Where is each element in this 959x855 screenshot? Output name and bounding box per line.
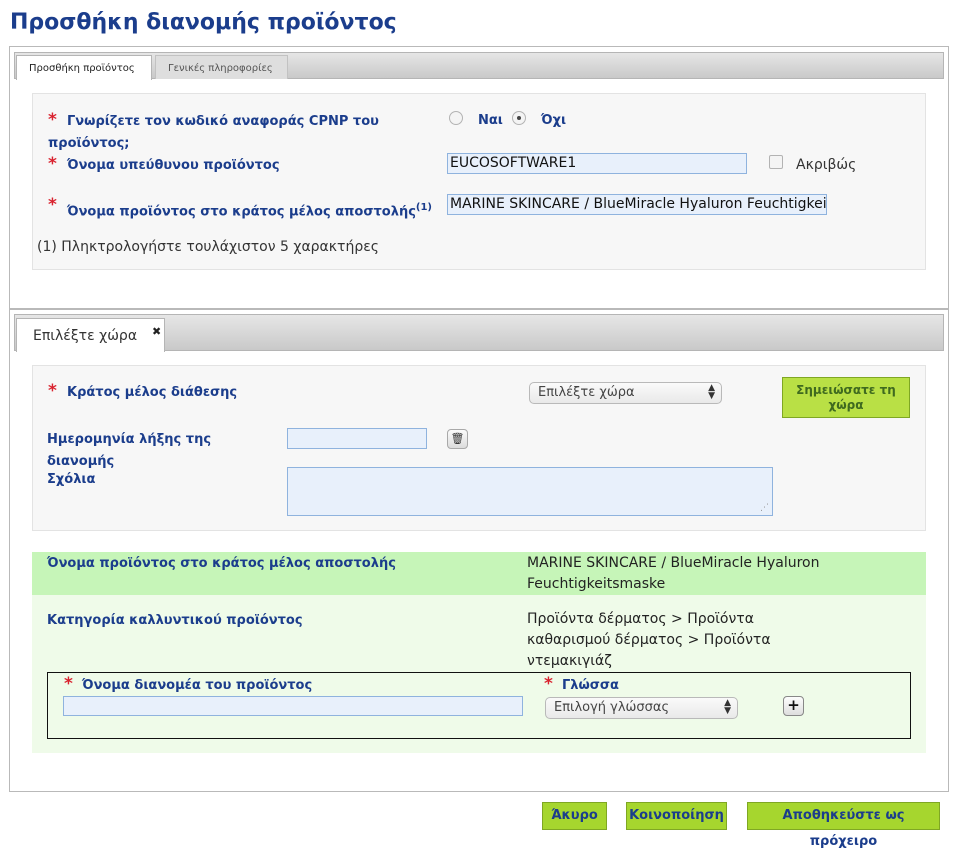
- cpnp-yes-label: Ναι: [478, 113, 503, 128]
- save-draft-button[interactable]: Αποθηκεύστε ως πρόχειρο: [747, 802, 940, 849]
- exact-match-label: Ακριβώς: [796, 157, 857, 173]
- select-arrows-icon: ▲ ▼: [724, 698, 731, 716]
- language-select[interactable]: Επιλογή γλώσσας ▲ ▼: [545, 697, 738, 719]
- required-marker: *: [64, 674, 73, 694]
- comments-label: Σχόλια: [47, 472, 96, 487]
- category-label: Κατηγορία καλλυντικού προϊόντος: [47, 613, 303, 628]
- tab-select-country-label: Επιλέξτε χώρα: [33, 328, 138, 344]
- cpnp-question-label: Γνωρίζετε τον κωδικό αναφοράς CPNP του: [67, 114, 379, 129]
- top-tab-bar: [14, 52, 944, 79]
- cpnp-no-radio[interactable]: [512, 111, 526, 125]
- info-product-name-value-line1: MARINE SKINCARE / BlueMiracle Hyaluron: [527, 555, 820, 571]
- end-date-label-cont: διανομής: [47, 454, 115, 469]
- footnote-text: (1) Πληκτρολογήστε τουλάχιστον 5 χαρακτή…: [37, 239, 380, 255]
- tab-select-country[interactable]: Επιλέξτε χώρα ✖: [16, 318, 165, 352]
- tab-general-info[interactable]: Γενικές πληροφορίες: [155, 55, 288, 79]
- exact-match-checkbox[interactable]: [769, 155, 783, 169]
- required-marker: *: [48, 154, 57, 174]
- required-marker: *: [48, 110, 57, 130]
- tab-add-product-label: Προσθήκη προϊόντος: [29, 63, 135, 74]
- country-select[interactable]: Επιλέξτε χώρα ▲ ▼: [529, 382, 722, 404]
- cpnp-yes-radio[interactable]: [449, 111, 463, 125]
- resize-handle-icon[interactable]: ⋰: [760, 503, 769, 513]
- member-state-label: Κράτος μέλος διάθεσης: [67, 385, 238, 400]
- calendar-icon[interactable]: 🗑: [447, 429, 468, 449]
- end-date-input[interactable]: [287, 428, 427, 449]
- end-date-label: Ημερομηνία λήξης της: [47, 432, 212, 447]
- language-select-value: Επιλογή γλώσσας: [554, 700, 670, 715]
- mark-country-button-line1: Σημειώσατε τη: [796, 383, 896, 397]
- page-title: Προσθήκη διανομής προϊόντος: [10, 10, 397, 35]
- info-product-name-value: MARINE SKINCARE / BlueMiracle Hyaluron F…: [527, 553, 819, 595]
- required-marker: *: [48, 381, 57, 401]
- select-arrows-icon: ▲ ▼: [708, 383, 715, 401]
- product-name-input[interactable]: MARINE SKINCARE / BlueMiracle Hyaluron F…: [447, 194, 827, 215]
- required-marker: *: [544, 674, 553, 694]
- category-value-line1: Προϊόντα δέρματος > Προϊόντα: [527, 611, 754, 627]
- close-icon[interactable]: ✖: [152, 325, 161, 338]
- product-name-label: Όνομα προϊόντος στο κράτος μέλος αποστολ…: [67, 202, 432, 219]
- footnote-ref: (1): [415, 202, 433, 213]
- info-product-name-value-line2: Feuchtigkeitsmaske: [527, 576, 666, 592]
- cpnp-no-label: Όχι: [541, 113, 567, 128]
- tab-general-info-label: Γενικές πληροφορίες: [168, 63, 273, 74]
- distributor-name-label: Όνομα διανομέα του προϊόντος: [82, 678, 313, 693]
- mark-country-button[interactable]: Σημειώσατε τη χώρα: [782, 377, 910, 418]
- product-name-label-text: Όνομα προϊόντος στο κράτος μέλος αποστολ…: [67, 204, 416, 220]
- cpnp-question-label-cont: προϊόντος;: [48, 136, 130, 151]
- responsible-person-label: Όνομα υπεύθυνου προϊόντος: [67, 158, 280, 173]
- cancel-button[interactable]: Άκυρο: [542, 802, 607, 830]
- category-value-line3: ντεμακιγιάζ: [527, 653, 612, 669]
- responsible-person-input[interactable]: EUCOSOFTWARE1: [447, 153, 747, 174]
- comments-textarea[interactable]: [287, 467, 773, 516]
- add-language-button[interactable]: +: [783, 696, 804, 716]
- distributor-name-input[interactable]: [63, 696, 523, 716]
- country-select-value: Επιλέξτε χώρα: [538, 385, 635, 400]
- plus-icon: +: [787, 696, 800, 714]
- tab-add-product[interactable]: Προσθήκη προϊόντος: [16, 55, 152, 80]
- required-marker: *: [48, 195, 57, 215]
- info-product-name-label: Όνομα προϊόντος στο κράτος μέλος αποστολ…: [47, 556, 396, 571]
- language-label: Γλώσσα: [562, 678, 619, 693]
- category-value-line2: καθαρισμού δέρματος > Προϊόντα: [527, 632, 771, 648]
- mark-country-button-line2: χώρα: [828, 398, 864, 412]
- submit-button[interactable]: Κοινοποίηση: [626, 802, 727, 830]
- category-value: Προϊόντα δέρματος > Προϊόντα καθαρισμού …: [527, 609, 771, 672]
